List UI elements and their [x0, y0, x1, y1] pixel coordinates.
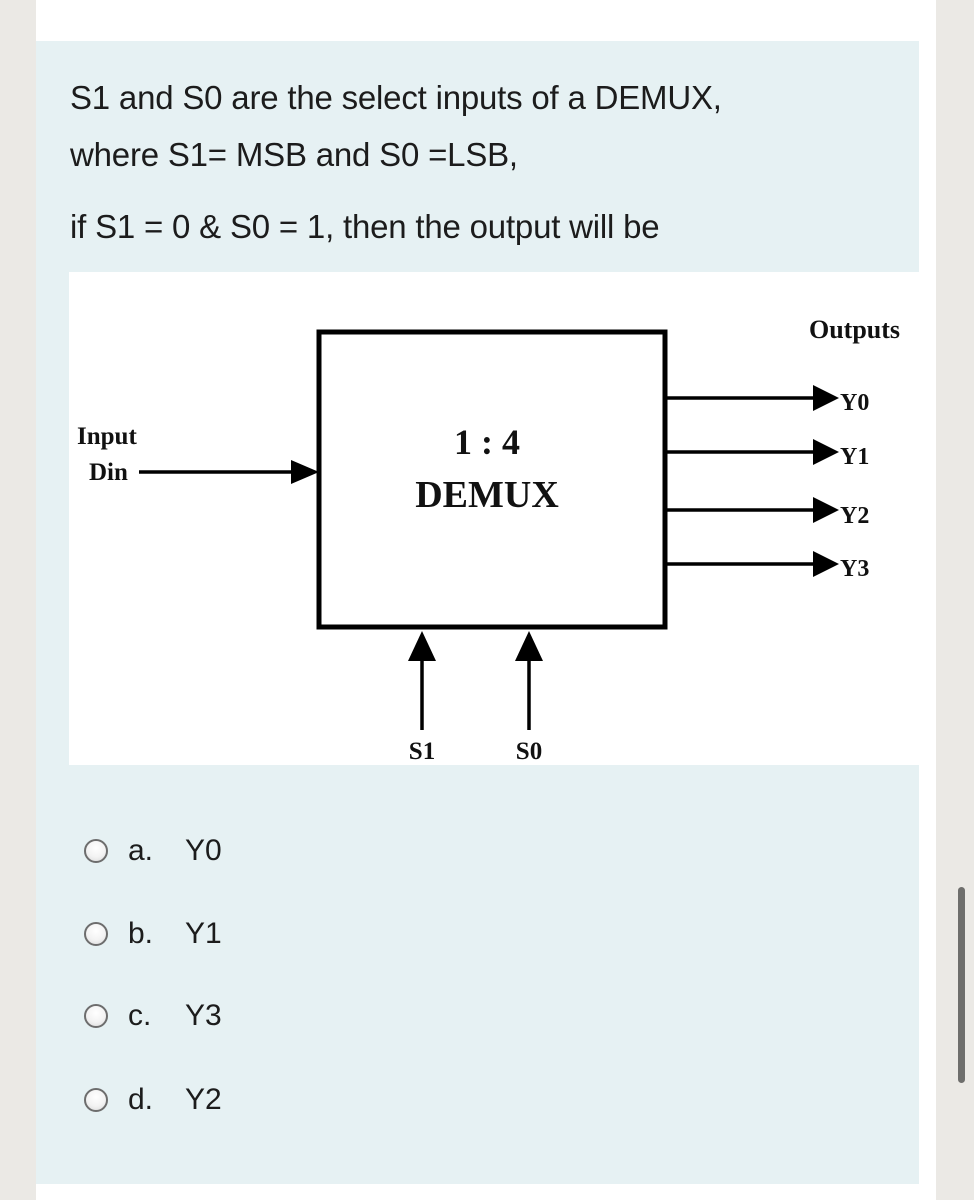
radio-button-b[interactable] [84, 922, 108, 946]
select-label-s0: S0 [516, 738, 542, 765]
demux-diagram-svg: 1 : 4 DEMUX Input Din Outputs Y0 Y1 Y2 Y… [77, 315, 900, 765]
question-text-line-1: S1 and S0 are the select inputs of a DEM… [70, 79, 722, 116]
output-arrow-y2-icon [813, 497, 839, 523]
question-text-line-3: if S1 = 0 & S0 = 1, then the output will… [70, 208, 660, 245]
option-d[interactable]: d. Y2 [84, 1080, 222, 1120]
block-ratio-label: 1 : 4 [454, 422, 520, 462]
option-b[interactable]: b. Y1 [84, 914, 222, 954]
option-a[interactable]: a. Y0 [84, 831, 222, 871]
option-b-letter: b. [128, 917, 154, 950]
option-d-text: Y2 [185, 1083, 222, 1116]
vertical-scrollbar[interactable] [958, 887, 965, 1083]
option-c-text: Y3 [185, 999, 222, 1032]
output-label-y3: Y3 [840, 556, 869, 582]
select-arrow-s1-icon [408, 631, 436, 661]
select-arrow-s0-icon [515, 631, 543, 661]
output-arrow-y1-icon [813, 439, 839, 465]
option-d-letter: d. [128, 1083, 154, 1116]
option-c[interactable]: c. Y3 [84, 996, 222, 1036]
radio-button-d[interactable] [84, 1088, 108, 1112]
output-label-y0: Y0 [840, 390, 869, 416]
output-arrow-y0-icon [813, 385, 839, 411]
option-a-letter: a. [128, 834, 154, 867]
option-c-letter: c. [128, 999, 152, 1032]
input-arrow-icon [291, 460, 319, 484]
din-label: Din [89, 459, 128, 486]
output-label-y2: Y2 [840, 503, 869, 529]
option-b-text: Y1 [185, 917, 222, 950]
option-a-text: Y0 [185, 834, 222, 867]
outputs-title: Outputs [809, 315, 900, 344]
block-name-label: DEMUX [415, 474, 559, 516]
demux-diagram: 1 : 4 DEMUX Input Din Outputs Y0 Y1 Y2 Y… [69, 272, 919, 765]
radio-button-c[interactable] [84, 1004, 108, 1028]
output-arrow-y3-icon [813, 551, 839, 577]
radio-button-a[interactable] [84, 839, 108, 863]
question-text-line-2: where S1= MSB and S0 =LSB, [70, 136, 518, 173]
select-label-s1: S1 [409, 738, 435, 765]
input-label: Input [77, 423, 137, 450]
output-label-y1: Y1 [840, 444, 869, 470]
